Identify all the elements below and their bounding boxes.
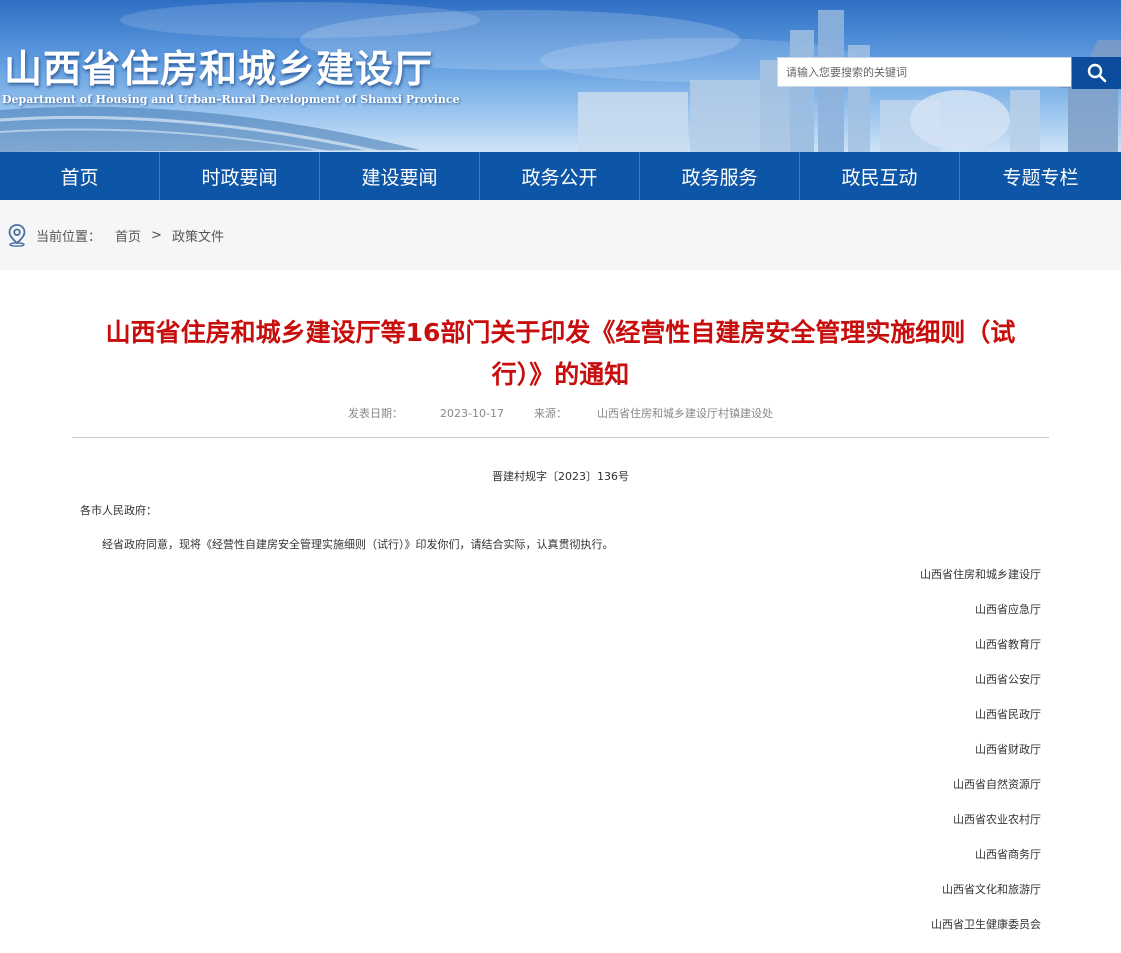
location-pin-icon <box>8 224 26 247</box>
article-source: 来源： 山西省住房和城乡建设厅村镇建设处 <box>534 407 773 420</box>
main-nav: 首页 时政要闻 建设要闻 政务公开 政务服务 政民互动 专题专栏 <box>0 152 1121 200</box>
site-title: 山西省住房和城乡建设厅 <box>4 46 434 91</box>
signer: 山西省农业农村厅 <box>953 813 1041 826</box>
article-title: 山西省住房和城乡建设厅等16部门关于印发《经营性自建房安全管理实施细则（试行）》… <box>105 318 1016 389</box>
signer: 山西省商务厅 <box>975 848 1041 861</box>
signer: 山西省文化和旅游厅 <box>942 883 1041 896</box>
source-value: 山西省住房和城乡建设厅村镇建设处 <box>596 407 773 420</box>
search-input[interactable] <box>777 57 1071 87</box>
publish-date: 发表日期： 2023-10-17 <box>348 407 504 420</box>
signer: 山西省教育厅 <box>975 638 1041 651</box>
search-icon <box>1087 63 1106 83</box>
signer: 山西省民政厅 <box>975 708 1041 721</box>
search-bar <box>777 57 1121 89</box>
breadcrumb-home-link[interactable]: 首页 <box>115 226 141 245</box>
site-banner: 山西省住房和城乡建设厅 Department of Housing and Ur… <box>0 0 1121 152</box>
title-divider <box>72 437 1049 438</box>
site-subtitle: Department of Housing and Urban–Rural De… <box>2 93 460 106</box>
document-number: 晋建村规字〔2023〕136号 <box>492 470 629 483</box>
salutation: 各市人民政府： <box>80 504 157 517</box>
signer: 山西省财政厅 <box>975 743 1041 756</box>
breadcrumb: 当前位置： 首页 > 政策文件 <box>0 200 1121 270</box>
signer: 山西省公安厅 <box>975 673 1041 686</box>
breadcrumb-current[interactable]: 政策文件 <box>172 226 224 245</box>
nav-item-government-affairs-disclosure[interactable]: 政务公开 <box>480 152 640 200</box>
signers-list: 山西省住房和城乡建设厅 山西省应急厅 山西省教育厅 山西省公安厅 山西省民政厅 … <box>920 568 1041 953</box>
nav-item-government-services[interactable]: 政务服务 <box>640 152 800 200</box>
search-button[interactable] <box>1072 57 1121 89</box>
nav-item-public-interaction[interactable]: 政民互动 <box>800 152 960 200</box>
publish-date-label: 发表日期： <box>348 407 404 420</box>
nav-item-special-topics[interactable]: 专题专栏 <box>960 152 1121 200</box>
nav-item-home[interactable]: 首页 <box>0 152 160 200</box>
body-paragraph: 经省政府同意，现将《经营性自建房安全管理实施细则（试行）》印发你们，请结合实际，… <box>102 538 614 551</box>
source-label: 来源： <box>533 407 567 420</box>
publish-date-value: 2023-10-17 <box>440 407 504 420</box>
breadcrumb-separator: > <box>151 227 162 243</box>
signer: 山西省应急厅 <box>975 603 1041 616</box>
signer: 山西省住房和城乡建设厅 <box>920 568 1041 581</box>
nav-item-construction-news[interactable]: 建设要闻 <box>320 152 480 200</box>
breadcrumb-prefix: 当前位置： <box>36 229 102 245</box>
nav-item-current-affairs[interactable]: 时政要闻 <box>160 152 320 200</box>
signer: 山西省卫生健康委员会 <box>931 918 1041 931</box>
signer: 山西省自然资源厅 <box>953 778 1041 791</box>
article-meta: 发表日期： 2023-10-17 来源： 山西省住房和城乡建设厅村镇建设处 <box>0 405 1121 421</box>
